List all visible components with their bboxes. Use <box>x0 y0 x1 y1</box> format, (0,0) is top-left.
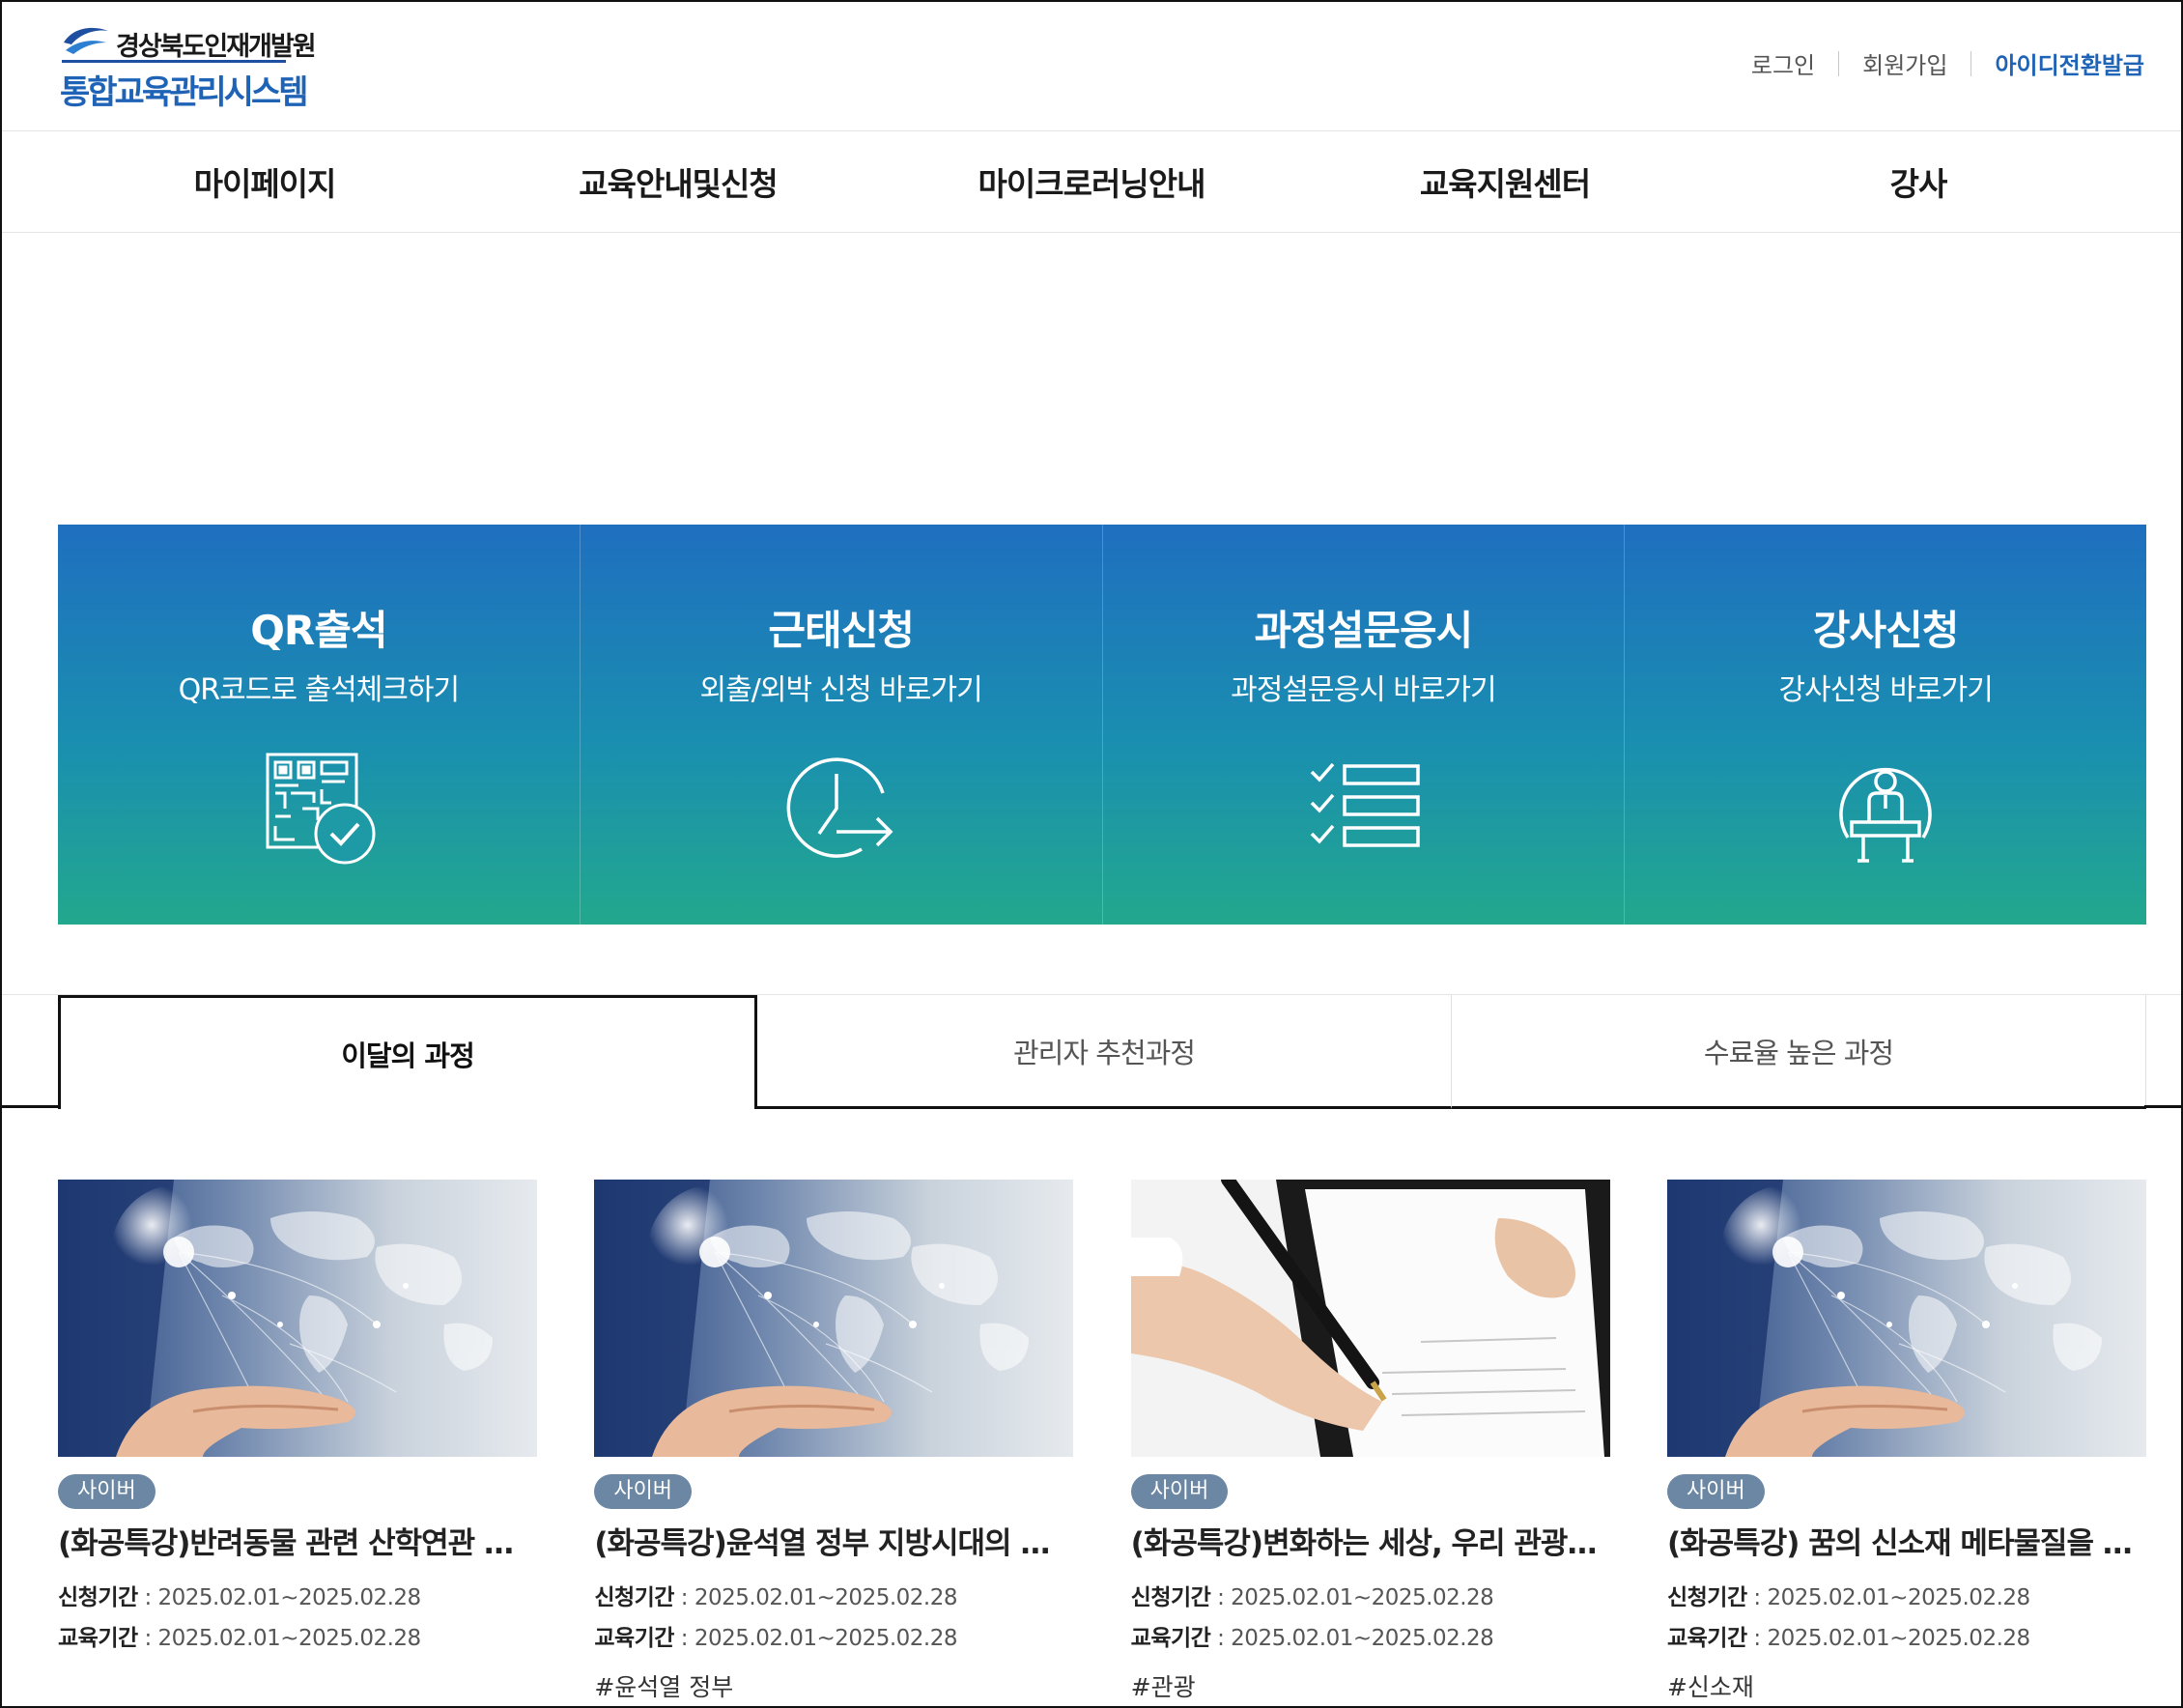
quick-qr-attendance[interactable]: QR출석 QR코드로 출석체크하기 <box>58 525 580 925</box>
course-meta: 신청기간 : 2025.02.01~2025.02.28 교육기간 : 2025… <box>1130 1585 1494 1651</box>
quick-title: 강사신청 <box>1812 607 1960 654</box>
course-meta: 신청기간 : 2025.02.01~2025.02.28 교육기간 : 2025… <box>1666 1585 2031 1651</box>
logo-divider <box>62 60 286 63</box>
quick-survey[interactable]: 과정설문응시 과정설문응시 바로가기 <box>1101 525 1625 925</box>
hand-writing-image <box>1130 1180 1610 1457</box>
tab-monthly-course[interactable]: 이달의 과정 <box>58 995 757 1109</box>
course-card[interactable]: 사이버 (화공특강)반려동물 관련 산학연관 현... 신청기간 : 2025.… <box>58 1180 537 1701</box>
logo-system-name: 통합교육관리시스템 <box>60 73 309 112</box>
page: 경상북도인재개발원 통합교육관리시스템 로그인 회원가입 아이디전환발급 마이페… <box>0 0 2183 1708</box>
quick-attendance-request[interactable]: 근태신청 외출/외박 신청 바로가기 <box>579 525 1102 925</box>
logo-org-name: 경상북도인재개발원 <box>116 32 317 62</box>
world-map-hand-image <box>594 1180 1074 1457</box>
course-card[interactable]: 사이버 (화공특강)윤석열 정부 지방시대의 비... 신청기간 : 2025.… <box>594 1180 1074 1701</box>
course-tag[interactable] <box>58 1668 537 1701</box>
edu-period: 2025.02.01~2025.02.28 <box>1767 1626 2031 1651</box>
course-card-list: 사이버 (화공특강)반려동물 관련 산학연관 현... 신청기간 : 2025.… <box>58 1180 2146 1701</box>
edu-period: 2025.02.01~2025.02.28 <box>694 1626 958 1651</box>
tab-list: 이달의 과정 관리자 추천과정 수료율 높은 과정 <box>58 995 2146 1109</box>
course-thumbnail[interactable] <box>58 1180 537 1457</box>
course-thumbnail[interactable] <box>1666 1180 2146 1457</box>
course-thumbnail[interactable] <box>594 1180 1074 1457</box>
quick-subtitle: 과정설문응시 바로가기 <box>1231 673 1497 707</box>
logo-mark-icon <box>64 27 108 54</box>
nav-edu-support[interactable]: 교육지원센터 <box>1298 131 1712 232</box>
edu-period-label: 교육기간 <box>1666 1626 1747 1651</box>
course-title[interactable]: (화공특강)변화하는 세상, 우리 관광이 ... <box>1131 1519 1610 1562</box>
apply-period: 2025.02.01~2025.02.28 <box>1767 1585 2031 1610</box>
edu-period-label: 교육기간 <box>1130 1626 1211 1651</box>
util-separator <box>1970 50 1972 76</box>
nav-microlearning[interactable]: 마이크로러닝안내 <box>885 131 1298 232</box>
edu-period: 2025.02.01~2025.02.28 <box>157 1626 422 1651</box>
utility-menu: 로그인 회원가입 아이디전환발급 <box>1751 46 2144 80</box>
course-meta: 신청기간 : 2025.02.01~2025.02.28 교육기간 : 2025… <box>58 1585 422 1651</box>
nav-mypage[interactable]: 마이페이지 <box>58 131 471 232</box>
apply-period: 2025.02.01~2025.02.28 <box>1231 1585 1494 1610</box>
world-map-hand-image <box>58 1180 537 1457</box>
quick-subtitle: QR코드로 출석체크하기 <box>178 673 460 707</box>
world-map-hand-image <box>1666 1180 2146 1457</box>
main-nav: 마이페이지 교육안내및신청 마이크로러닝안내 교육지원센터 강사 <box>2 131 2181 233</box>
lecturer-podium-icon <box>1839 767 1932 863</box>
course-tag[interactable]: #윤석열 정부 <box>594 1668 1073 1701</box>
login-link[interactable]: 로그인 <box>1751 46 1815 80</box>
quick-subtitle: 외출/외박 신청 바로가기 <box>699 673 983 707</box>
course-title[interactable]: (화공특강) 꿈의 신소재 메타물질을 이... <box>1667 1519 2146 1562</box>
course-card[interactable]: 사이버 (화공특강) 꿈의 신소재 메타물질을 이... 신청기간 : 2025… <box>1666 1180 2146 1701</box>
edu-period-label: 교육기간 <box>594 1626 674 1651</box>
apply-period: 2025.02.01~2025.02.28 <box>694 1585 958 1610</box>
apply-period: 2025.02.01~2025.02.28 <box>157 1585 422 1610</box>
qr-check-icon <box>266 753 376 865</box>
course-title[interactable]: (화공특강)윤석열 정부 지방시대의 비... <box>594 1519 1073 1562</box>
checklist-icon <box>1311 762 1421 847</box>
course-thumbnail[interactable] <box>1130 1180 1610 1457</box>
course-type-badge: 사이버 <box>1130 1474 1229 1509</box>
header: 경상북도인재개발원 통합교육관리시스템 로그인 회원가입 아이디전환발급 <box>2 2 2181 131</box>
tab-baseline <box>2144 1105 2181 1108</box>
tab-high-completion-course[interactable]: 수료율 높은 과정 <box>1452 995 2146 1109</box>
tab-baseline <box>2 1105 58 1108</box>
apply-period-label: 신청기간 <box>58 1585 138 1610</box>
course-type-badge: 사이버 <box>58 1474 156 1509</box>
nav-lecturer[interactable]: 강사 <box>1712 131 2125 232</box>
quick-subtitle: 강사신청 바로가기 <box>1778 673 1993 707</box>
course-tag[interactable]: #관광 <box>1131 1668 1610 1701</box>
apply-period-label: 신청기간 <box>1666 1585 1747 1610</box>
clock-arrow-icon <box>786 757 893 858</box>
site-logo[interactable]: 경상북도인재개발원 통합교육관리시스템 <box>58 17 317 112</box>
course-tabs: 이달의 과정 관리자 추천과정 수료율 높은 과정 <box>2 994 2181 1109</box>
course-meta: 신청기간 : 2025.02.01~2025.02.28 교육기간 : 2025… <box>594 1585 958 1651</box>
quick-title: 근태신청 <box>768 607 915 654</box>
util-separator <box>1838 50 1840 76</box>
course-type-badge: 사이버 <box>594 1474 693 1509</box>
edu-period-label: 교육기간 <box>58 1626 138 1651</box>
quick-title: QR출석 <box>250 607 387 654</box>
quick-menu: QR출석 QR코드로 출석체크하기 근태신청 외출/외박 신청 바로가기 과정설… <box>58 525 2146 925</box>
course-tag[interactable]: #신소재 <box>1667 1668 2146 1701</box>
course-card[interactable]: 사이버 (화공특강)변화하는 세상, 우리 관광이 ... 신청기간 : 202… <box>1130 1180 1610 1701</box>
edu-period: 2025.02.01~2025.02.28 <box>1231 1626 1494 1651</box>
tab-recommended-course[interactable]: 관리자 추천과정 <box>757 995 1452 1109</box>
id-convert-link[interactable]: 아이디전환발급 <box>1995 46 2144 80</box>
nav-edu-apply[interactable]: 교육안내및신청 <box>471 131 885 232</box>
apply-period-label: 신청기간 <box>1130 1585 1211 1610</box>
course-title[interactable]: (화공특강)반려동물 관련 산학연관 현... <box>58 1519 537 1562</box>
course-type-badge: 사이버 <box>1666 1474 1765 1509</box>
apply-period-label: 신청기간 <box>594 1585 674 1610</box>
quick-title: 과정설문응시 <box>1254 607 1473 654</box>
quick-lecturer-apply[interactable]: 강사신청 강사신청 바로가기 <box>1624 525 2146 925</box>
join-link[interactable]: 회원가입 <box>1862 46 1947 80</box>
